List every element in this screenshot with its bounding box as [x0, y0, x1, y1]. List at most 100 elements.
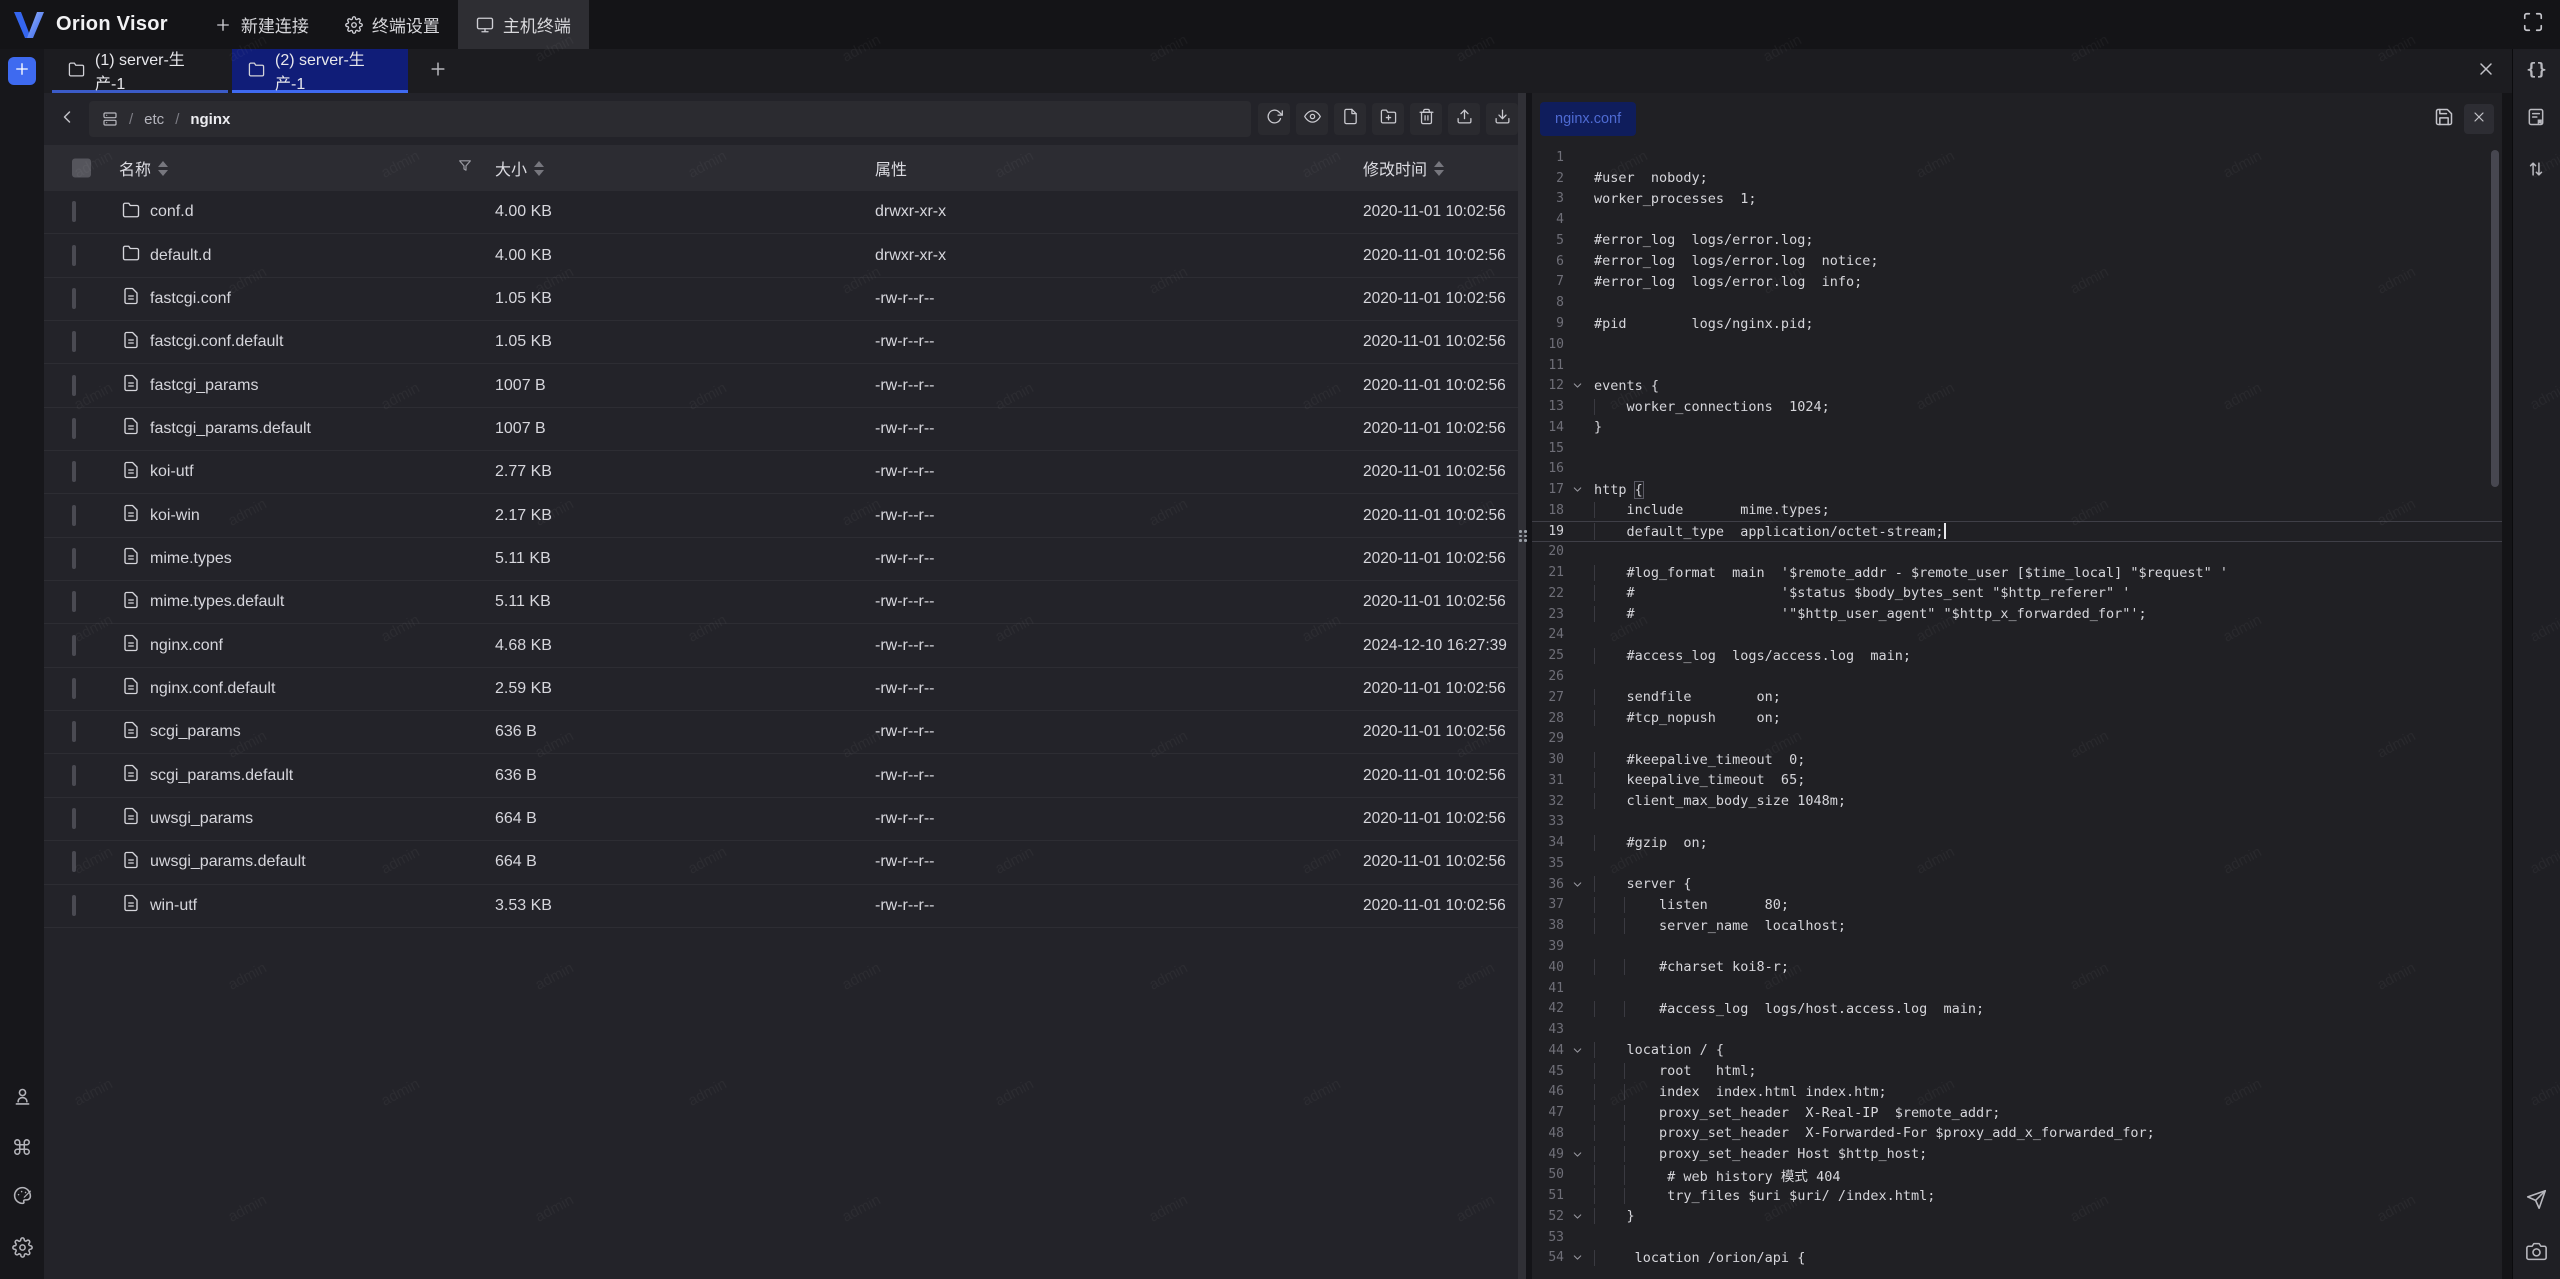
select-all-checkbox[interactable]	[72, 159, 91, 178]
file-row-mime.types[interactable]: mime.types5.11 KB-rw-r--r--2020-11-01 10…	[44, 538, 1518, 581]
trash-button[interactable]	[1410, 103, 1442, 135]
file-name[interactable]: uwsgi_params	[150, 810, 495, 828]
row-checkbox[interactable]	[72, 375, 76, 396]
back-button[interactable]	[57, 107, 77, 132]
row-checkbox[interactable]	[72, 591, 76, 612]
fold-chevron-icon[interactable]	[1564, 1251, 1590, 1264]
editor-close-button[interactable]	[2464, 104, 2494, 134]
file-row-fastcgi.conf[interactable]: fastcgi.conf1.05 KB-rw-r--r--2020-11-01 …	[44, 278, 1518, 321]
fold-chevron-icon[interactable]	[1564, 379, 1590, 392]
file-name[interactable]: fastcgi.conf.default	[150, 333, 495, 351]
row-checkbox[interactable]	[72, 895, 76, 916]
palette-button[interactable]	[12, 1185, 33, 1211]
row-checkbox[interactable]	[72, 678, 76, 699]
save-button[interactable]	[2434, 107, 2454, 132]
command-button[interactable]: ⌘	[12, 1138, 33, 1159]
file-row-scgi_params.default[interactable]: scgi_params.default636 B-rw-r--r--2020-1…	[44, 754, 1518, 797]
file-row-fastcgi_params[interactable]: fastcgi_params1007 B-rw-r--r--2020-11-01…	[44, 364, 1518, 407]
fullscreen-button[interactable]	[2506, 0, 2560, 49]
file-name[interactable]: uwsgi_params.default	[150, 853, 495, 871]
braces-button[interactable]: {}	[2526, 60, 2546, 80]
row-checkbox[interactable]	[72, 331, 76, 352]
camera-button[interactable]	[2526, 1241, 2547, 1267]
file-row-uwsgi_params.default[interactable]: uwsgi_params.default664 B-rw-r--r--2020-…	[44, 841, 1518, 884]
file-name[interactable]: koi-win	[150, 507, 495, 525]
download-button[interactable]	[1486, 103, 1518, 135]
row-checkbox[interactable]	[72, 851, 76, 872]
breadcrumb-segment-etc[interactable]: etc	[144, 111, 164, 128]
file-name[interactable]: fastcgi_params.default	[150, 420, 495, 438]
close-panel-button[interactable]	[2460, 49, 2512, 93]
file-name[interactable]: nginx.conf.default	[150, 680, 495, 698]
refresh-button[interactable]	[1258, 103, 1290, 135]
row-checkbox[interactable]	[72, 245, 76, 266]
file-row-conf.d[interactable]: conf.d4.00 KBdrwxr-xr-x2020-11-01 10:02:…	[44, 191, 1518, 234]
upload-button[interactable]	[1448, 103, 1480, 135]
file-name[interactable]: fastcgi.conf	[150, 290, 495, 308]
row-checkbox[interactable]	[72, 418, 76, 439]
sort-size-icon[interactable]	[534, 161, 544, 176]
file-row-nginx.conf.default[interactable]: nginx.conf.default2.59 KB-rw-r--r--2020-…	[44, 668, 1518, 711]
topbar-item-plus[interactable]: 新建连接	[196, 0, 327, 49]
terminal-tab-2[interactable]: (2) server-生产-1	[232, 49, 408, 93]
topbar-item-gear[interactable]: 终端设置	[327, 0, 458, 49]
send-button[interactable]	[2526, 1189, 2547, 1215]
topbar-item-monitor[interactable]: 主机终端	[458, 0, 589, 49]
add-connection-button[interactable]	[8, 57, 36, 85]
file-row-mime.types.default[interactable]: mime.types.default5.11 KB-rw-r--r--2020-…	[44, 581, 1518, 624]
filter-icon[interactable]	[457, 158, 473, 179]
panel-resize-handle[interactable]	[1518, 93, 1532, 1279]
row-checkbox[interactable]	[72, 808, 76, 829]
fold-chevron-icon[interactable]	[1564, 1148, 1590, 1161]
file-name[interactable]: mime.types	[150, 550, 495, 568]
file-row-win-utf[interactable]: win-utf3.53 KB-rw-r--r--2020-11-01 10:02…	[44, 885, 1518, 928]
user-button[interactable]	[12, 1086, 33, 1112]
fold-chevron-icon[interactable]	[1564, 878, 1590, 891]
row-checkbox[interactable]	[72, 461, 76, 482]
sort-name-icon[interactable]	[158, 161, 168, 176]
swap-vertical-button[interactable]	[2526, 159, 2546, 184]
new-folder-button[interactable]	[1372, 103, 1404, 135]
sort-modified-icon[interactable]	[1434, 161, 1444, 176]
fold-chevron-icon[interactable]	[1564, 483, 1590, 496]
file-row-nginx.conf[interactable]: nginx.conf4.68 KB-rw-r--r--2024-12-10 16…	[44, 624, 1518, 667]
file-row-fastcgi.conf.default[interactable]: fastcgi.conf.default1.05 KB-rw-r--r--202…	[44, 321, 1518, 364]
file-name[interactable]: mime.types.default	[150, 593, 495, 611]
file-row-koi-win[interactable]: koi-win2.17 KB-rw-r--r--2020-11-01 10:02…	[44, 494, 1518, 537]
column-header-modified[interactable]: 修改时间	[1363, 156, 1444, 180]
doc-info-button[interactable]	[2526, 107, 2546, 132]
terminal-tab-1[interactable]: (1) server-生产-1	[52, 49, 228, 93]
breadcrumb[interactable]: / etc / nginx	[89, 101, 1251, 137]
editor-file-tab[interactable]: nginx.conf	[1540, 102, 1636, 136]
file-row-fastcgi_params.default[interactable]: fastcgi_params.default1007 B-rw-r--r--20…	[44, 408, 1518, 451]
column-header-size[interactable]: 大小	[495, 156, 544, 180]
code-editor[interactable]: 12#user nobody;3worker_processes 1;45#er…	[1532, 145, 2502, 1279]
fold-chevron-icon[interactable]	[1564, 1044, 1590, 1057]
file-row-uwsgi_params[interactable]: uwsgi_params664 B-rw-r--r--2020-11-01 10…	[44, 798, 1518, 841]
row-checkbox[interactable]	[72, 721, 76, 742]
new-file-button[interactable]	[1334, 103, 1366, 135]
file-name[interactable]: scgi_params.default	[150, 767, 495, 785]
fold-chevron-icon[interactable]	[1564, 1210, 1590, 1223]
file-name[interactable]: scgi_params	[150, 723, 495, 741]
row-checkbox[interactable]	[72, 765, 76, 786]
editor-scrollbar[interactable]	[2491, 150, 2499, 487]
file-name[interactable]: koi-utf	[150, 463, 495, 481]
file-name[interactable]: win-utf	[150, 897, 495, 915]
file-name[interactable]: default.d	[150, 247, 495, 265]
breadcrumb-segment-nginx[interactable]: nginx	[190, 111, 230, 128]
file-name[interactable]: conf.d	[150, 203, 495, 221]
row-checkbox[interactable]	[72, 635, 76, 656]
new-tab-button[interactable]	[412, 49, 464, 93]
file-name[interactable]: nginx.conf	[150, 637, 495, 655]
file-name[interactable]: fastcgi_params	[150, 377, 495, 395]
row-checkbox[interactable]	[72, 505, 76, 526]
row-checkbox[interactable]	[72, 288, 76, 309]
column-header-name[interactable]: 名称	[119, 156, 168, 180]
row-checkbox[interactable]	[72, 548, 76, 569]
eye-button[interactable]	[1296, 103, 1328, 135]
row-checkbox[interactable]	[72, 201, 76, 222]
file-row-koi-utf[interactable]: koi-utf2.77 KB-rw-r--r--2020-11-01 10:02…	[44, 451, 1518, 494]
file-row-default.d[interactable]: default.d4.00 KBdrwxr-xr-x2020-11-01 10:…	[44, 234, 1518, 277]
gear-button[interactable]	[12, 1237, 33, 1263]
